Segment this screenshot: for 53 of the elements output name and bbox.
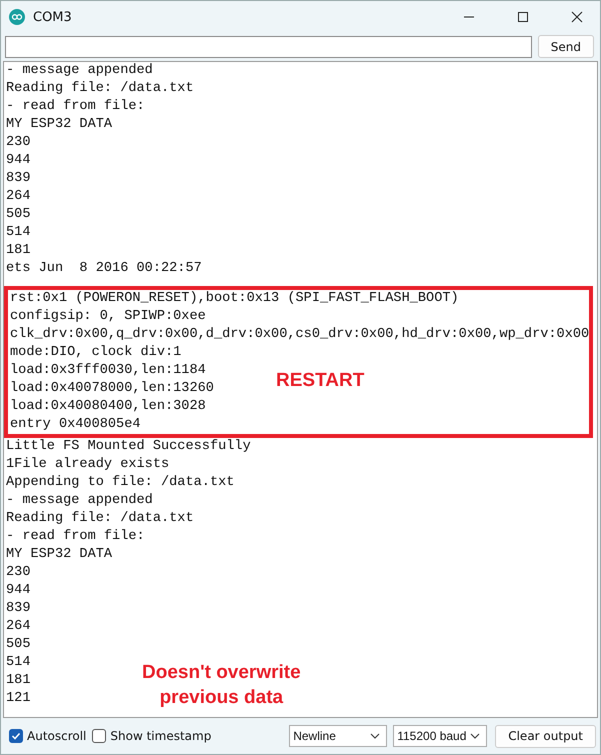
- checkbox-label[interactable]: Show timestamp: [92, 729, 212, 743]
- log-line: 121: [6, 690, 30, 708]
- log-line: 839: [6, 600, 30, 618]
- message-input-field[interactable]: [5, 36, 532, 58]
- chevron-down-icon: [470, 733, 480, 739]
- log-line: 230: [6, 564, 30, 582]
- log-line: Appending to file: /data.txt: [6, 474, 234, 492]
- log-line: 264: [6, 618, 30, 636]
- log-line: 1File already exists: [6, 456, 170, 474]
- log-line: - read from file:: [6, 528, 145, 546]
- checkbox[interactable]: [92, 729, 106, 743]
- checkbox-label[interactable]: Autoscroll: [9, 729, 86, 743]
- log-line: Little FS Mounted Successfully: [6, 438, 251, 456]
- log-line: ets Jun 8 2016 00:22:57: [6, 260, 202, 278]
- log-line: configsip: 0, SPIWP:0xee: [10, 308, 206, 326]
- checkbox[interactable]: [9, 729, 23, 743]
- log-line: 514: [6, 654, 30, 672]
- annotation-label: RESTART: [276, 369, 364, 393]
- send-button[interactable]: Send: [538, 35, 594, 58]
- clear-output-button[interactable]: Clear output: [495, 724, 596, 748]
- checkmark-icon: [11, 731, 21, 741]
- log-line: 264: [6, 188, 30, 206]
- log-line: 230: [6, 134, 30, 152]
- log-line: entry 0x400805e4: [10, 416, 141, 434]
- log-line: Reading file: /data.txt: [6, 80, 194, 98]
- log-line: 181: [6, 242, 30, 260]
- log-line: 181: [6, 672, 30, 690]
- dropdown[interactable]: 115200 baud: [393, 725, 488, 747]
- log-line: MY ESP32 DATA: [6, 546, 112, 564]
- chevron-down-icon: [370, 733, 380, 739]
- log-line: 505: [6, 206, 30, 224]
- window-title: COM3: [33, 10, 73, 24]
- log-line: 839: [6, 170, 30, 188]
- dropdown[interactable]: Newline: [289, 725, 388, 747]
- log-line: load:0x40080400,len:3028: [10, 398, 206, 416]
- log-line: 514: [6, 224, 30, 242]
- log-line: mode:DIO, clock div:1: [10, 344, 182, 362]
- log-line: 505: [6, 636, 30, 654]
- log-line: 944: [6, 152, 30, 170]
- log-line: load:0x40078000,len:13260: [10, 380, 214, 398]
- app-logo-icon: [9, 9, 25, 25]
- log-line: 944: [6, 582, 30, 600]
- log-line: Reading file: /data.txt: [6, 510, 194, 528]
- log-line: - message appended: [6, 492, 153, 510]
- log-line: load:0x3fff0030,len:1184: [10, 362, 206, 380]
- close-icon: [571, 11, 583, 23]
- log-line: clk_drv:0x00,q_drv:0x00,d_drv:0x00,cs0_drv:0x00,hd_drv:0x00,wp_drv:0x00: [10, 326, 590, 344]
- annotation-label: Doesn't overwrite previous data: [142, 661, 301, 710]
- maximize-icon: [517, 11, 529, 23]
- log-line: - read from file:: [6, 98, 145, 116]
- log-line: rst:0x1 (POWERON_RESET),boot:0x13 (SPI_FAST_FLASH_BOOT): [10, 290, 459, 308]
- log-line: - message appended: [6, 62, 153, 80]
- log-line: MY ESP32 DATA: [6, 116, 112, 134]
